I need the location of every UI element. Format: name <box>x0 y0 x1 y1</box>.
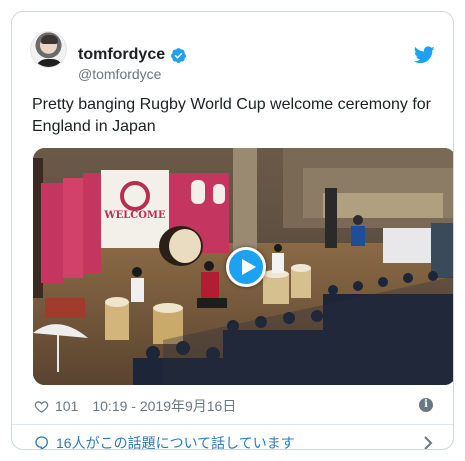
like-count[interactable]: 101 <box>55 398 78 414</box>
divider <box>12 424 453 425</box>
video-thumbnail[interactable]: WELCOME <box>33 148 453 385</box>
avatar-shirt <box>35 59 64 67</box>
tweet-meta: 101 10:19 - 2019年9月16日 i <box>34 396 433 416</box>
conversation-link-row[interactable]: 16人がこの話題について話しています <box>34 432 433 450</box>
avatar-hair <box>41 35 58 44</box>
verified-badge-icon <box>171 47 187 63</box>
tweet-text: Pretty banging Rugby World Cup welcome c… <box>32 96 431 135</box>
conversation-link-text[interactable]: 16人がこの話題について話しています <box>56 433 295 449</box>
speech-bubble-icon <box>35 436 49 449</box>
author-name-line[interactable]: tomfordyce <box>78 46 187 64</box>
tweet-header: tomfordyce @tomfordyce <box>22 26 443 82</box>
avatar[interactable] <box>30 31 67 68</box>
info-icon[interactable]: i <box>419 398 433 412</box>
tweet-card: tomfordyce @tomfordyce Pretty banging Ru… <box>11 11 454 450</box>
chevron-right-icon[interactable] <box>423 435 433 450</box>
heart-icon[interactable] <box>34 399 49 414</box>
author-display-name[interactable]: tomfordyce <box>78 46 165 64</box>
twitter-bird-icon[interactable] <box>414 46 435 64</box>
play-icon[interactable] <box>226 247 266 287</box>
author-handle[interactable]: @tomfordyce <box>78 66 161 82</box>
welcome-banner-text: WELCOME <box>103 210 166 221</box>
tweet-timestamp[interactable]: 10:19 - 2019年9月16日 <box>92 396 236 416</box>
